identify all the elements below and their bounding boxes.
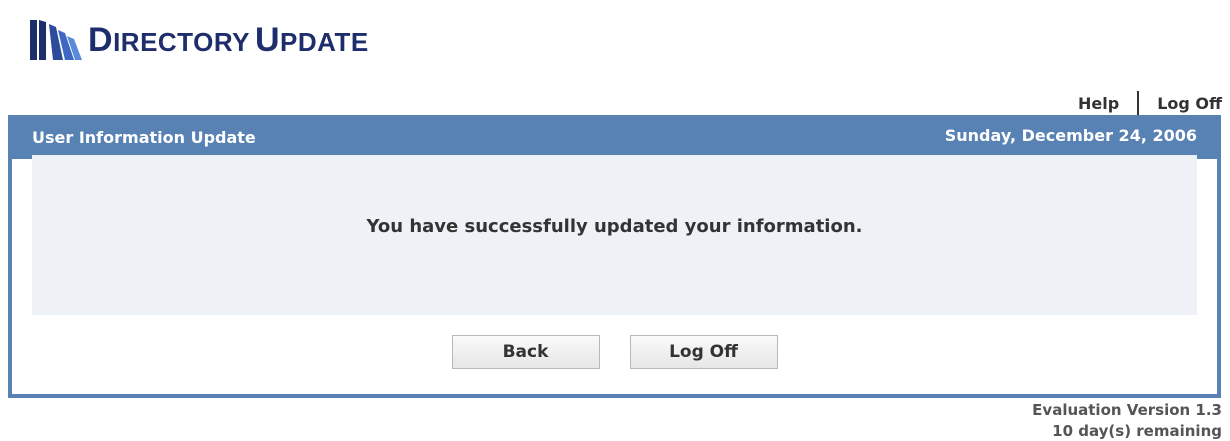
current-date: Sunday, December 24, 2006 bbox=[944, 126, 1197, 145]
panel-title: User Information Update bbox=[32, 128, 256, 147]
app-title-initial-2: U bbox=[254, 21, 280, 59]
books-logo-icon bbox=[30, 20, 82, 60]
app-title-initial-1: D bbox=[88, 21, 114, 59]
logoff-link[interactable]: Log Off bbox=[1157, 94, 1222, 113]
version-info: Evaluation Version 1.3 10 day(s) remaini… bbox=[1032, 400, 1222, 441]
top-links: Help Log Off bbox=[1078, 90, 1222, 116]
link-divider bbox=[1137, 91, 1140, 115]
button-row: Back Log Off bbox=[12, 335, 1217, 369]
update-panel: User Information Update Sunday, December… bbox=[8, 115, 1221, 398]
help-link[interactable]: Help bbox=[1078, 94, 1119, 113]
version-label: Evaluation Version 1.3 bbox=[1032, 401, 1222, 419]
app-title-rest-2: PDATE bbox=[280, 27, 369, 57]
panel-header: User Information Update Sunday, December… bbox=[12, 119, 1217, 159]
logoff-button[interactable]: Log Off bbox=[629, 335, 778, 369]
app-logo: DIRECTORY UPDATE bbox=[28, 16, 369, 64]
success-message: You have successfully updated your infor… bbox=[366, 215, 863, 237]
app-title: DIRECTORY UPDATE bbox=[88, 23, 369, 57]
back-button[interactable]: Back bbox=[451, 335, 600, 369]
message-box: You have successfully updated your infor… bbox=[32, 155, 1197, 315]
app-title-rest-1: IRECTORY bbox=[113, 27, 250, 57]
days-remaining: 10 day(s) remaining bbox=[1052, 422, 1222, 440]
